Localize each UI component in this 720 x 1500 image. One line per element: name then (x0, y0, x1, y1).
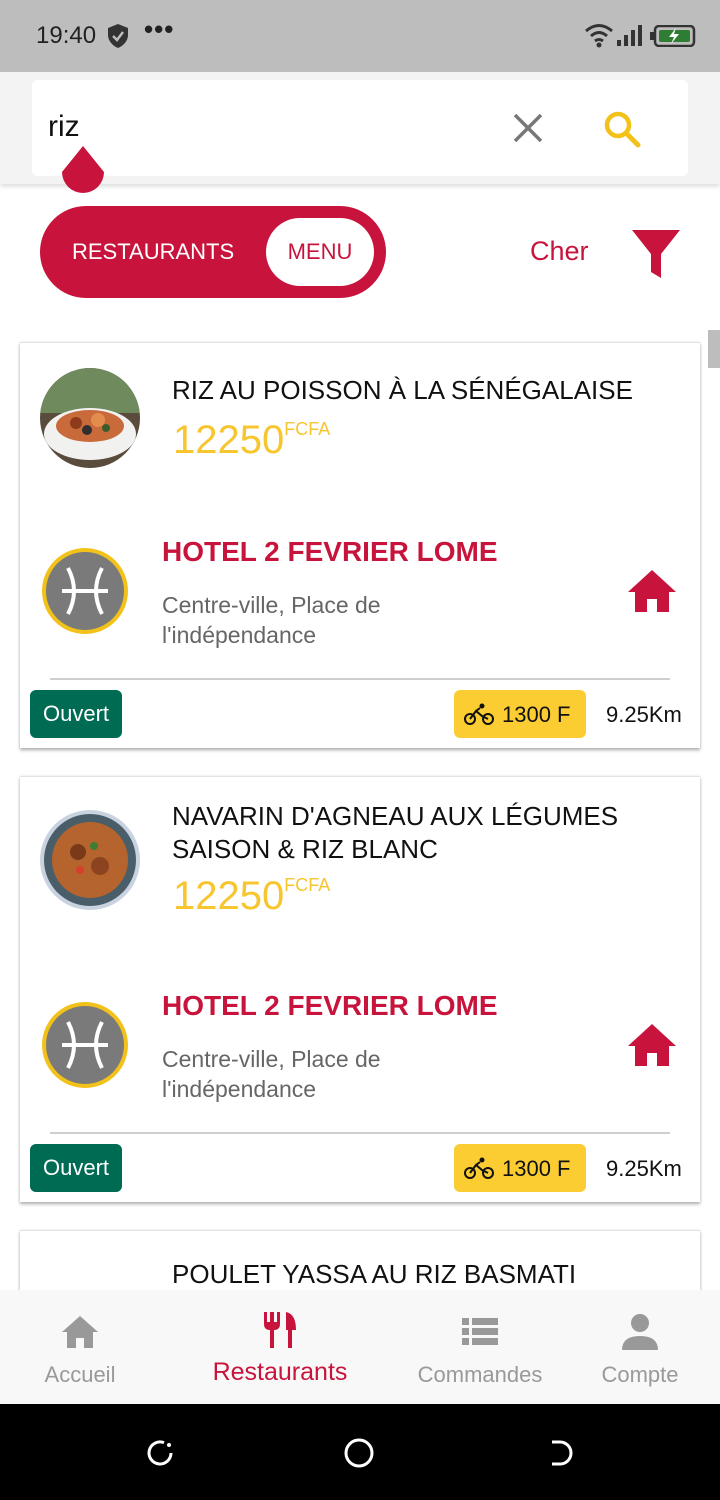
bike-icon (464, 1157, 494, 1179)
delivery-fee: 1300 F (502, 1156, 571, 1181)
search-icon[interactable] (603, 110, 641, 148)
fork-knife-icon (264, 1312, 296, 1348)
price-amount: 12250 (173, 418, 285, 462)
card-divider (50, 678, 670, 680)
restaurant-logo (42, 548, 128, 634)
status-time: 19:40 (36, 22, 97, 49)
distance: 9.25Km (606, 702, 682, 727)
status-bar: 19:40 ••• (0, 0, 720, 72)
dish-name: NAVARIN D'AGNEAU AUX LÉGUMES SAISON & RI… (172, 801, 619, 864)
scrollbar[interactable] (708, 330, 720, 368)
price-amount: 12250 (173, 874, 285, 918)
delivery-fee: 1300 F (502, 702, 571, 727)
dish-price: 12250FCFA (173, 874, 330, 919)
list-icon (462, 1318, 498, 1345)
filter-icon[interactable] (630, 228, 682, 280)
nav-label: Restaurants (212, 1358, 348, 1386)
status-badge: Ouvert (30, 1144, 122, 1192)
dish-photo-icon (40, 810, 140, 910)
search-input[interactable]: riz (48, 110, 80, 144)
more-dots-icon: ••• (144, 14, 175, 44)
distance: 9.25Km (606, 1156, 682, 1181)
tab-menu[interactable]: MENU (266, 218, 374, 286)
card-separator (20, 342, 700, 343)
system-navigation-bar (0, 1404, 720, 1500)
home-button-icon[interactable] (344, 1438, 374, 1468)
dish-name: RIZ AU POISSON À LA SÉNÉGALAISE (172, 375, 633, 405)
dish-image (40, 810, 140, 910)
wifi-icon (585, 24, 613, 48)
result-card[interactable]: POULET YASSA AU RIZ BASMATI (20, 1230, 700, 1290)
nav-item-compte[interactable]: Compte (550, 1290, 720, 1404)
dish-image (40, 368, 140, 468)
status-badge: Ouvert (30, 690, 122, 738)
person-icon (622, 1314, 658, 1350)
restaurant-name[interactable]: HOTEL 2 FEVRIER LOME (162, 990, 498, 1022)
tab-restaurants[interactable]: RESTAURANTS (72, 239, 234, 265)
text-cursor-handle[interactable] (60, 146, 106, 198)
battery-icon (650, 25, 696, 47)
bike-icon (464, 703, 494, 725)
bottom-navigation: Accueil Restaurants Commandes Compte (0, 1290, 720, 1404)
card-separator (20, 776, 700, 777)
card-divider (50, 1132, 670, 1134)
result-card[interactable]: NAVARIN D'AGNEAU AUX LÉGUMES SAISON & RI… (20, 776, 700, 1202)
search-header: riz (0, 72, 720, 184)
restaurant-logo (42, 1002, 128, 1088)
nav-item-restaurants[interactable]: Restaurants (190, 1290, 370, 1404)
search-type-toggle: RESTAURANTS MENU (40, 206, 386, 298)
nav-item-accueil[interactable]: Accueil (0, 1290, 170, 1404)
card-separator (20, 1230, 700, 1231)
nav-label: Commandes (417, 1362, 543, 1387)
nav-label: Accueil (44, 1362, 116, 1387)
restaurant-name[interactable]: HOTEL 2 FEVRIER LOME (162, 536, 498, 568)
dish-name: POULET YASSA AU RIZ BASMATI (172, 1259, 577, 1289)
nav-item-commandes[interactable]: Commandes (390, 1290, 570, 1404)
result-card[interactable]: RIZ AU POISSON À LA SÉNÉGALAISE 12250FCF… (20, 342, 700, 748)
signal-icon (617, 25, 642, 46)
dish-price: 12250FCFA (173, 418, 330, 463)
home-icon (62, 1316, 98, 1348)
recent-apps-icon[interactable] (145, 1438, 175, 1468)
close-icon[interactable] (512, 112, 544, 144)
back-icon[interactable] (546, 1438, 576, 1468)
search-box[interactable]: riz (32, 80, 688, 176)
shield-icon (108, 24, 128, 48)
home-icon[interactable] (626, 568, 678, 614)
restaurant-address: Centre-ville, Place de l'indépendance (162, 592, 381, 648)
delivery-fee-badge: 1300 F (454, 690, 586, 738)
price-currency: FCFA (284, 875, 331, 895)
sort-label[interactable]: Cher (530, 236, 589, 267)
dish-photo-icon (40, 368, 140, 468)
price-currency: FCFA (284, 419, 331, 439)
home-icon[interactable] (626, 1022, 678, 1068)
restaurant-address: Centre-ville, Place de l'indépendance (162, 1046, 381, 1102)
nav-label: Compte (601, 1362, 679, 1387)
delivery-fee-badge: 1300 F (454, 1144, 586, 1192)
